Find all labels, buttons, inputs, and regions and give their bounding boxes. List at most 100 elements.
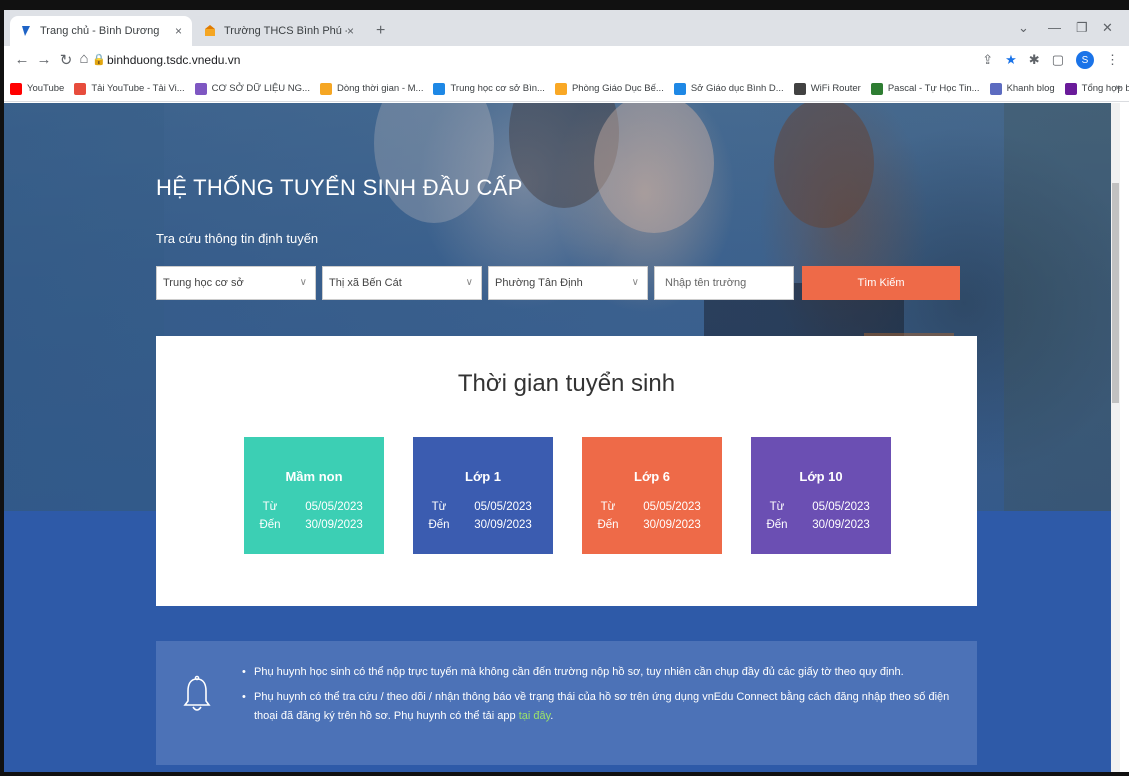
district-select-value: Thị xã Bến Cát <box>329 277 402 289</box>
tile-name: Lớp 1 <box>465 469 501 484</box>
profile-avatar[interactable]: S <box>1076 51 1094 69</box>
bookmark-item[interactable]: Khanh blog <box>989 82 1055 95</box>
chevron-down-icon: ∨ <box>465 277 473 288</box>
bookmark-favicon-icon <box>194 82 207 95</box>
extensions-icon[interactable]: ✱ <box>1029 52 1040 68</box>
bookmarks-bar: YouTube Tải YouTube - Tải Vi... CƠ SỞ DỮ L… <box>4 76 1129 102</box>
tile-mam-non[interactable]: Mầm non Từ 05/05/2023 Đến 30/09/2023 <box>244 437 384 554</box>
bookmark-item[interactable]: YouTube <box>10 82 65 95</box>
notice-item-text: Phụ huynh có thể tra cứu / theo dõi / nh… <box>254 691 950 722</box>
bookmark-favicon-icon <box>793 82 806 95</box>
bookmark-item[interactable]: Phòng Giáo Dục Bế... <box>554 82 664 95</box>
tab-close-icon[interactable]: × <box>175 24 182 38</box>
bookmark-item[interactable]: Pascal - Tự Học Tin... <box>870 82 980 95</box>
level-select-value: Trung học cơ sở <box>163 277 244 289</box>
bookmark-label: Tải YouTube - Tải Vi... <box>91 83 185 94</box>
bookmarks-overflow[interactable]: » <box>1115 82 1121 93</box>
forward-arrow-icon[interactable]: → <box>32 51 56 68</box>
bookmark-label: WiFi Router <box>810 83 861 94</box>
tile-name: Lớp 10 <box>799 469 843 484</box>
bookmark-item[interactable]: Tải YouTube - Tải Vi... <box>74 82 185 95</box>
bookmark-label: Phòng Giáo Dục Bế... <box>571 83 664 94</box>
bookmark-label: Khanh blog <box>1006 83 1055 94</box>
tile-lop-10[interactable]: Lớp 10 Từ 05/05/2023 Đến 30/09/2023 <box>751 437 891 554</box>
bookmark-favicon-icon <box>554 82 567 95</box>
download-app-link[interactable]: tại đây <box>519 710 551 722</box>
page-scrollbar[interactable] <box>1111 103 1120 772</box>
bookmark-favicon-icon <box>319 82 332 95</box>
schedule-title: Thời gian tuyển sinh <box>457 370 676 397</box>
window-bottom-edge <box>0 772 1129 776</box>
bookmark-favicon-icon <box>989 82 1002 95</box>
tab-search-chevron-icon[interactable]: ⌄ <box>1018 20 1029 36</box>
district-select[interactable]: Thị xã Bến Cát ∨ <box>322 266 482 300</box>
bookmark-label: YouTube <box>27 83 65 94</box>
bookmark-favicon-icon <box>433 82 446 95</box>
browser-toolbar: ← → ↻ ⌂ 🔒 binhduong.tsdc.vnedu.vn ⇪ ★ ✱ … <box>4 46 1129 76</box>
to-label: Đến <box>259 519 281 531</box>
restore-icon[interactable]: ❐ <box>1076 20 1088 36</box>
side-panel-icon[interactable]: ▢ <box>1052 52 1064 68</box>
browser-tab-active[interactable]: Trang chủ - Bình Dương × <box>10 16 192 46</box>
ward-select-value: Phường Tân Định <box>495 277 583 289</box>
bookmark-favicon-icon <box>673 82 686 95</box>
browser-tab[interactable]: Trường THCS Bình Phú - Bình Dư × <box>194 16 364 46</box>
tile-lop-1[interactable]: Lớp 1 Từ 05/05/2023 Đến 30/09/2023 <box>413 437 553 554</box>
close-window-icon[interactable]: ✕ <box>1102 20 1113 36</box>
notice-item-suffix: . <box>550 710 554 722</box>
chevron-down-icon: ∨ <box>631 277 639 288</box>
tile-name: Lớp 6 <box>634 469 670 484</box>
bookmark-favicon-icon <box>1064 82 1077 95</box>
from-date: 05/05/2023 <box>812 501 870 513</box>
hero-title: HỆ THỐNG TUYỂN SINH ĐẦU CẤP <box>156 175 523 200</box>
menu-dots-icon[interactable]: ⋮ <box>1106 52 1119 68</box>
notice-box: Phụ huynh học sinh có thể nộp trực tuyến… <box>156 641 977 765</box>
from-label: Từ <box>600 501 616 513</box>
lock-icon: 🔒 <box>92 54 106 66</box>
bookmark-star-icon[interactable]: ★ <box>1005 52 1017 68</box>
share-icon[interactable]: ⇪ <box>982 52 993 68</box>
minimize-icon[interactable]: — <box>1048 20 1061 35</box>
bookmark-favicon-icon <box>10 82 22 95</box>
new-tab-button[interactable]: + <box>376 22 385 40</box>
tab-title: Trường THCS Bình Phú - Bình Dư <box>224 25 347 37</box>
hero-subtitle: Tra cứu thông tin định tuyến <box>156 231 319 246</box>
bookmark-favicon-icon <box>870 82 883 95</box>
bookmark-item[interactable]: Sở Giáo dục Bình D... <box>673 82 784 95</box>
from-label: Từ <box>262 501 278 513</box>
bookmark-label: Trung học cơ sở Bìn... <box>450 83 545 94</box>
address-bar[interactable]: binhduong.tsdc.vnedu.vn <box>107 53 240 67</box>
scrollbar-thumb[interactable] <box>1112 183 1119 403</box>
from-date: 05/05/2023 <box>643 501 701 513</box>
school-name-input[interactable]: Nhập tên trường <box>654 266 794 300</box>
admission-schedule-card: Thời gian tuyển sinh Mầm non Từ 05/05/202… <box>156 336 977 606</box>
to-label: Đến <box>766 519 788 531</box>
bookmark-item[interactable]: CƠ SỞ DỮ LIỆU NG... <box>194 82 310 95</box>
tab-title: Trang chủ - Bình Dương <box>40 25 160 37</box>
chevron-down-icon: ∨ <box>299 277 307 288</box>
search-button[interactable]: Tìm Kiếm <box>802 266 960 300</box>
from-date: 05/05/2023 <box>305 501 363 513</box>
bookmark-item[interactable]: WiFi Router <box>793 82 861 95</box>
bookmark-label: Dòng thời gian - M... <box>336 83 424 94</box>
from-label: Từ <box>431 501 447 513</box>
school-favicon-icon <box>204 25 216 37</box>
window-top-strip <box>0 0 1129 10</box>
page-content: HỆ THỐNG TUYỂN SINH ĐẦU CẤP Tra cứu thôn… <box>4 103 1120 772</box>
bookmark-label: Sở Giáo dục Bình D... <box>690 83 784 94</box>
bookmark-item[interactable]: Dòng thời gian - M... <box>319 82 424 95</box>
window-left-edge <box>0 0 4 776</box>
tab-close-icon[interactable]: × <box>347 24 354 38</box>
bookmark-item[interactable]: Trung học cơ sở Bìn... <box>433 82 545 95</box>
bookmark-favicon-icon <box>74 82 87 95</box>
to-label: Đến <box>597 519 619 531</box>
back-arrow-icon[interactable]: ← <box>10 51 34 68</box>
to-date: 30/09/2023 <box>474 519 532 531</box>
level-select[interactable]: Trung học cơ sở ∨ <box>156 266 316 300</box>
ward-select[interactable]: Phường Tân Định ∨ <box>488 266 648 300</box>
vnedu-favicon-icon <box>20 25 32 37</box>
tile-name: Mầm non <box>285 469 343 484</box>
tile-lop-6[interactable]: Lớp 6 Từ 05/05/2023 Đến 30/09/2023 <box>582 437 722 554</box>
notice-item: Phụ huynh học sinh có thể nộp trực tuyến… <box>242 663 972 682</box>
bell-icon <box>183 675 211 711</box>
